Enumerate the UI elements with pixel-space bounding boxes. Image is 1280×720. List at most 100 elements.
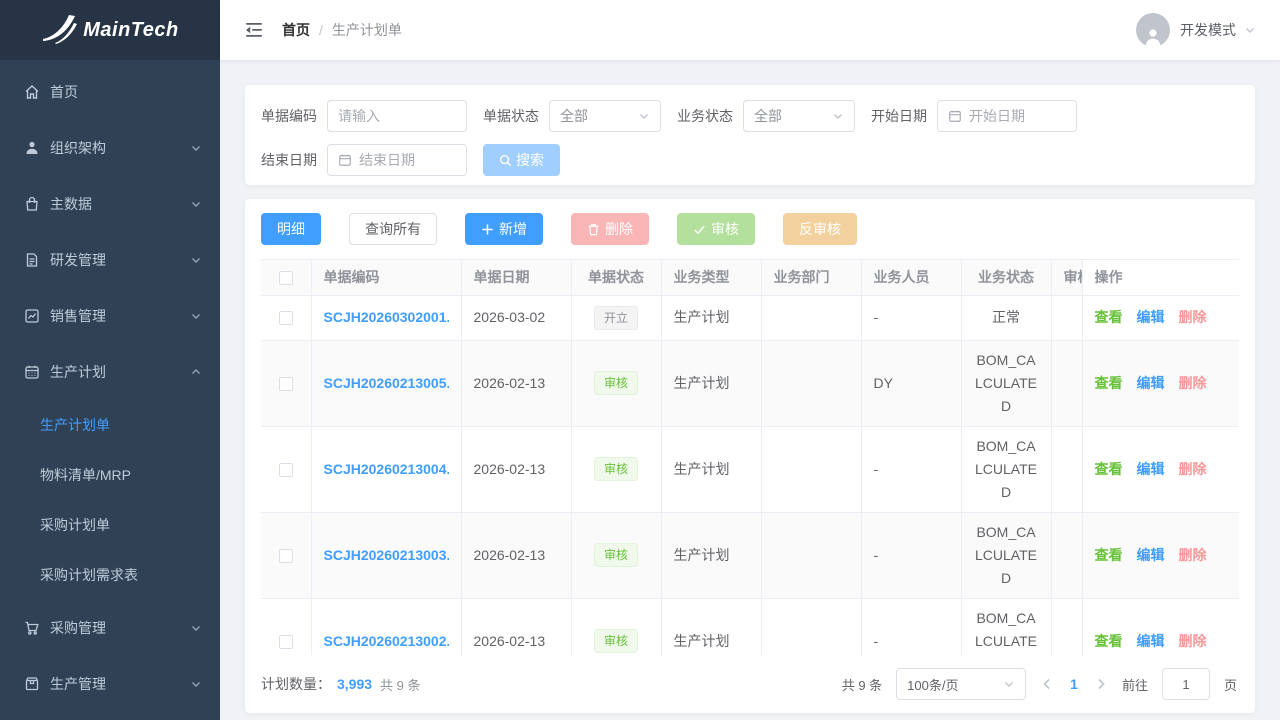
sidebar-subitem-purchase-plan-doc[interactable]: 采购计划单: [0, 500, 220, 550]
breadcrumb-home[interactable]: 首页: [282, 20, 310, 40]
table-row: SCJH20260213003... 2026-02-13 审核 生产计划 - …: [261, 512, 1239, 598]
edit-link[interactable]: 编辑: [1137, 547, 1165, 563]
production-plan-submenu: 生产计划单 物料清单/MRP 采购计划单 采购计划需求表: [0, 400, 220, 600]
user-icon: [24, 140, 40, 156]
brand-name: MainTech: [83, 19, 179, 42]
biz-dept-cell: [761, 512, 861, 598]
user-name: 开发模式: [1180, 20, 1236, 40]
sidebar-subitem-label: 采购计划单: [40, 515, 110, 535]
doc-code-link[interactable]: SCJH20260213005...: [324, 372, 449, 395]
sidebar-subitem-production-plan-doc[interactable]: 生产计划单: [0, 400, 220, 450]
current-page[interactable]: 1: [1068, 676, 1080, 692]
sidebar-item-label: 组织架构: [50, 138, 190, 158]
row-checkbox[interactable]: [279, 549, 293, 563]
query-all-button[interactable]: 查询所有: [349, 213, 437, 245]
person-icon: [1142, 25, 1164, 47]
col-header-biz-status: 业务状态: [961, 260, 1051, 295]
doc-code-input[interactable]: [338, 108, 456, 124]
col-header-doc-code: 单据编码: [311, 260, 461, 295]
filter-start-date: 开始日期 开始日期: [871, 100, 1077, 132]
select-all-checkbox[interactable]: [279, 271, 293, 285]
chevron-down-icon: [190, 142, 202, 154]
biz-type-cell: 生产计划: [661, 295, 761, 340]
chevron-down-icon: [190, 678, 202, 690]
biz-status-select[interactable]: 全部: [743, 100, 855, 132]
doc-date-cell: 2026-03-02: [461, 295, 571, 340]
detail-button[interactable]: 明细: [261, 213, 321, 245]
edit-link[interactable]: 编辑: [1137, 633, 1165, 649]
sidebar-subitem-bom-mrp[interactable]: 物料清单/MRP: [0, 450, 220, 500]
delete-button[interactable]: 删除: [571, 213, 649, 245]
audit-button[interactable]: 审核: [677, 213, 755, 245]
next-page-icon[interactable]: [1094, 677, 1108, 691]
biz-dept-cell: [761, 340, 861, 426]
doc-code-input-wrap: [327, 100, 467, 132]
add-button[interactable]: 新增: [465, 213, 543, 245]
delete-link[interactable]: 删除: [1179, 547, 1207, 563]
start-date-picker[interactable]: 开始日期: [937, 100, 1077, 132]
search-button[interactable]: 搜索: [483, 144, 560, 176]
chevron-down-icon: [1244, 24, 1256, 36]
row-checkbox[interactable]: [279, 463, 293, 477]
edit-link[interactable]: 编辑: [1137, 309, 1165, 325]
delete-link[interactable]: 删除: [1179, 375, 1207, 391]
search-icon: [499, 154, 512, 167]
doc-code-link[interactable]: SCJH20260213002...: [324, 630, 449, 653]
check-icon: [693, 223, 706, 236]
view-link[interactable]: 查看: [1095, 547, 1123, 563]
sidebar-item-label: 首页: [50, 82, 202, 102]
sidebar-item-home[interactable]: 首页: [0, 64, 220, 120]
sidebar-subitem-purchase-demand[interactable]: 采购计划需求表: [0, 550, 220, 600]
table-row: SCJH20260302001... 2026-03-02 开立 生产计划 - …: [261, 295, 1239, 340]
document-icon: [24, 252, 40, 268]
table-panel: 明细 查询所有 新增 删除 审核 反审核: [245, 199, 1255, 713]
table-row: SCJH20260213004... 2026-02-13 审核 生产计划 - …: [261, 426, 1239, 512]
trash-icon: [587, 223, 600, 236]
biz-person-cell: -: [861, 598, 961, 655]
doc-code-link[interactable]: SCJH20260213003...: [324, 544, 449, 567]
edit-link[interactable]: 编辑: [1137, 461, 1165, 477]
view-link[interactable]: 查看: [1095, 375, 1123, 391]
col-header-actions: 操作: [1082, 260, 1239, 295]
cart-icon: [24, 620, 40, 636]
sidebar-item-production-plan[interactable]: 生产计划: [0, 344, 220, 400]
goto-page-input[interactable]: [1162, 668, 1210, 700]
sidebar-item-masterdata[interactable]: 主数据: [0, 176, 220, 232]
doc-status-badge: 审核: [594, 629, 638, 653]
sidebar-item-production-mgmt[interactable]: 生产管理: [0, 656, 220, 712]
delete-link[interactable]: 删除: [1179, 309, 1207, 325]
sidebar-menu: 首页 组织架构 主数据 研发管理 销售管理: [0, 60, 220, 712]
row-checkbox[interactable]: [279, 311, 293, 325]
user-menu[interactable]: 开发模式: [1136, 13, 1256, 47]
row-checkbox[interactable]: [279, 635, 293, 649]
prev-page-icon[interactable]: [1040, 677, 1054, 691]
end-date-picker[interactable]: 结束日期: [327, 144, 467, 176]
view-link[interactable]: 查看: [1095, 461, 1123, 477]
view-link[interactable]: 查看: [1095, 309, 1123, 325]
sidebar-fold-icon[interactable]: [244, 20, 264, 40]
filter-end-date: 结束日期 结束日期: [261, 144, 467, 176]
add-button-label: 新增: [499, 219, 527, 239]
biz-status-cell: BOM_CALCULATED: [961, 340, 1051, 426]
sidebar-item-purchase[interactable]: 采购管理: [0, 600, 220, 656]
row-actions-cell: 查看编辑删除: [1082, 426, 1239, 512]
sidebar-item-sales[interactable]: 销售管理: [0, 288, 220, 344]
page-size-select[interactable]: 100条/页: [896, 668, 1026, 700]
table-header-row: 单据编码 单据日期 单据状态 业务类型 业务部门 业务人员 业务状态 审核 操作: [261, 260, 1239, 295]
row-checkbox[interactable]: [279, 377, 293, 391]
breadcrumb-current: 生产计划单: [332, 20, 402, 40]
doc-status-badge: 开立: [594, 306, 638, 330]
doc-code-link[interactable]: SCJH20260213004...: [324, 458, 449, 481]
col-header-biz-dept: 业务部门: [761, 260, 861, 295]
chevron-down-icon: [190, 198, 202, 210]
unaudit-button[interactable]: 反审核: [783, 213, 857, 245]
doc-status-select[interactable]: 全部: [549, 100, 661, 132]
edit-link[interactable]: 编辑: [1137, 375, 1165, 391]
delete-link[interactable]: 删除: [1179, 633, 1207, 649]
view-link[interactable]: 查看: [1095, 633, 1123, 649]
sidebar-item-rnd[interactable]: 研发管理: [0, 232, 220, 288]
doc-code-link[interactable]: SCJH20260302001...: [324, 306, 449, 329]
detail-button-label: 明细: [277, 219, 305, 239]
sidebar-item-org[interactable]: 组织架构: [0, 120, 220, 176]
delete-link[interactable]: 删除: [1179, 461, 1207, 477]
